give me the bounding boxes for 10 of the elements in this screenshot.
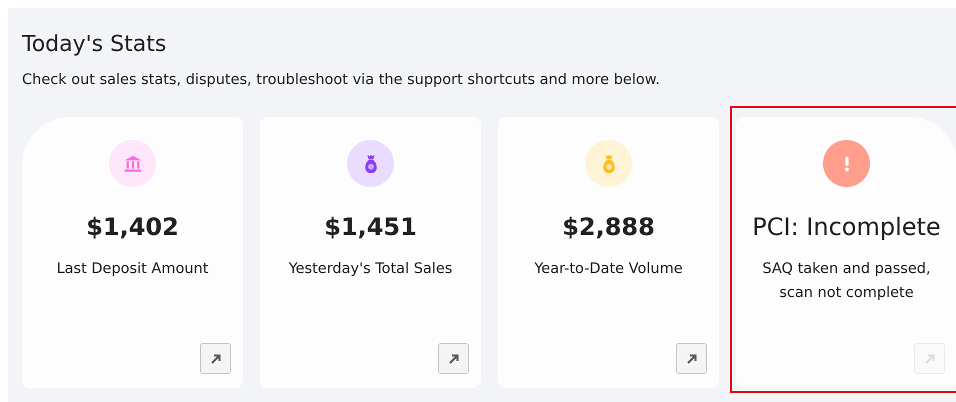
stat-label: Last Deposit Amount	[56, 260, 210, 279]
section-title: Today's Stats	[22, 32, 168, 57]
stat-value: PCI: Incomplete	[752, 213, 941, 241]
section-description: Check out sales stats, disputes, troubleshoot via the support shortcuts and more below.	[22, 72, 661, 88]
stat-label: SAQ taken and passed, scan not complete	[761, 260, 932, 303]
stat-label: Year-to-Date Volume	[533, 260, 684, 279]
stat-value: $1,451	[324, 213, 417, 241]
stat-value: $1,402	[86, 213, 179, 241]
stat-value: $2,888	[562, 213, 655, 241]
stat-label: Yesterday's Total Sales	[288, 260, 454, 279]
